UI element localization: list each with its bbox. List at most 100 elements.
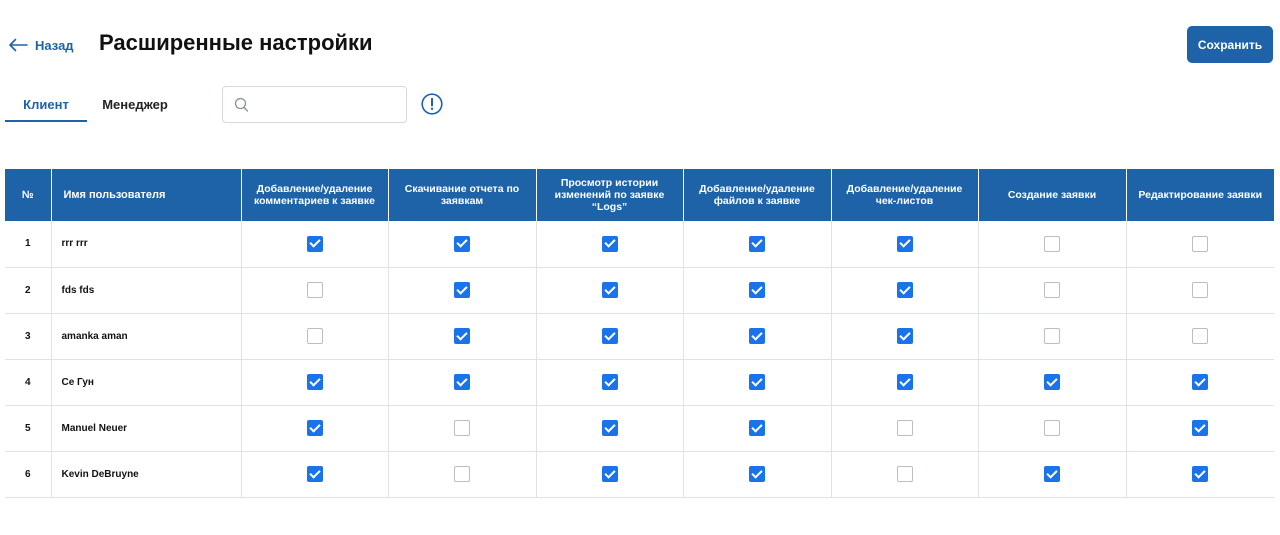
save-button[interactable]: Сохранить [1187,26,1273,63]
row-number: 6 [5,451,51,498]
permission-checkbox[interactable] [896,420,913,436]
permission-checkbox[interactable] [749,466,765,482]
permission-checkbox[interactable] [454,420,470,436]
permission-cell [1125,405,1274,452]
permission-cell [387,221,536,268]
permission-checkbox[interactable] [601,420,618,436]
user-name: amanka aman [50,313,241,360]
row-number: 2 [5,267,51,314]
permission-checkbox[interactable] [1044,235,1060,252]
permission-checkbox[interactable] [454,235,470,252]
permission-checkbox[interactable] [749,374,765,390]
permission-checkbox[interactable] [896,328,913,344]
permission-cell [240,451,388,498]
permission-checkbox[interactable] [1192,466,1209,482]
table-row: 2 fds fds [5,267,1274,314]
user-name: fds fds [50,267,241,314]
permission-checkbox[interactable] [1192,282,1209,298]
tab-client-label: Клиент [23,97,69,112]
user-name: rrr rrr [50,221,241,268]
permission-cell [977,313,1126,360]
user-name: Се Гун [50,359,241,406]
permissions-table: № Имя пользователя Добавление/удаление к… [5,169,1274,498]
column-header-logs: Просмотр истории изменений по заявке “Lo… [535,169,683,221]
permission-cell [240,267,388,314]
permission-checkbox[interactable] [749,235,765,252]
permission-checkbox[interactable] [306,420,323,436]
permission-checkbox[interactable] [1044,282,1060,298]
permission-checkbox[interactable] [306,466,323,482]
permission-checkbox[interactable] [454,328,470,344]
permission-checkbox[interactable] [749,282,765,298]
row-number: 1 [5,221,51,268]
permission-cell [830,405,978,452]
permission-checkbox[interactable] [306,282,323,298]
permission-cell [977,451,1126,498]
permission-checkbox[interactable] [454,282,470,298]
permission-cell [830,267,978,314]
column-header-files: Добавление/удаление файлов к заявке [682,169,831,221]
tab-client[interactable]: Клиент [5,92,87,122]
permission-checkbox[interactable] [1044,466,1060,482]
table-row: 6 Kevin DeBruyne [5,451,1274,498]
permission-checkbox[interactable] [749,328,765,344]
permission-checkbox[interactable] [896,282,913,298]
table-row: 5 Manuel Neuer [5,405,1274,452]
table-row: 3 amanka aman [5,313,1274,360]
permission-cell [977,359,1126,406]
permission-cell [387,359,536,406]
permission-checkbox[interactable] [601,235,618,252]
permission-cell [535,313,683,360]
tab-manager[interactable]: Менеджер [92,92,178,122]
permission-checkbox[interactable] [454,466,470,482]
permission-cell [1125,359,1274,406]
permission-checkbox[interactable] [896,374,913,390]
permission-cell [977,405,1126,452]
back-link[interactable]: Назад [8,34,74,56]
permission-checkbox[interactable] [1044,420,1060,436]
permission-cell [682,221,831,268]
permission-cell [1125,221,1274,268]
search-input[interactable] [253,93,402,118]
permission-cell [240,221,388,268]
column-header-create-request: Создание заявки [977,169,1126,221]
permission-cell [682,359,831,406]
table-header-row: № Имя пользователя Добавление/удаление к… [5,169,1274,221]
permission-checkbox[interactable] [1044,328,1060,344]
permission-checkbox[interactable] [749,420,765,436]
permission-cell [535,221,683,268]
user-name: Kevin DeBruyne [50,451,241,498]
permission-checkbox[interactable] [1192,235,1209,252]
permission-cell [830,359,978,406]
permission-checkbox[interactable] [1192,328,1209,344]
permission-checkbox[interactable] [454,374,470,390]
permission-checkbox[interactable] [306,374,323,390]
permission-cell [1125,451,1274,498]
permission-checkbox[interactable] [1192,420,1209,436]
permission-cell [830,313,978,360]
permission-checkbox[interactable] [896,466,913,482]
permission-cell [1125,267,1274,314]
column-header-comments: Добавление/удаление комментариев к заявк… [240,169,388,221]
permission-cell [387,405,536,452]
permission-checkbox[interactable] [601,328,618,344]
permission-cell [1125,313,1274,360]
permission-cell [387,313,536,360]
search-icon [234,97,249,112]
permission-cell [682,267,831,314]
permission-checkbox[interactable] [306,328,323,344]
permission-checkbox[interactable] [601,282,618,298]
row-number: 5 [5,405,51,452]
permission-cell [535,267,683,314]
info-icon[interactable] [421,93,443,115]
table-body: 1 rrr rrr 2 fds fds 3 amanka aman 4 Се Гун 5 Manu… [5,221,1274,498]
permission-checkbox[interactable] [601,374,618,390]
column-header-edit-request: Редактирование заявки [1125,169,1274,221]
permission-checkbox[interactable] [601,466,618,482]
permission-checkbox[interactable] [1044,374,1060,390]
permission-checkbox[interactable] [306,235,323,252]
permission-checkbox[interactable] [896,235,913,252]
permission-checkbox[interactable] [1192,374,1209,390]
permission-cell [682,405,831,452]
permission-cell [240,405,388,452]
